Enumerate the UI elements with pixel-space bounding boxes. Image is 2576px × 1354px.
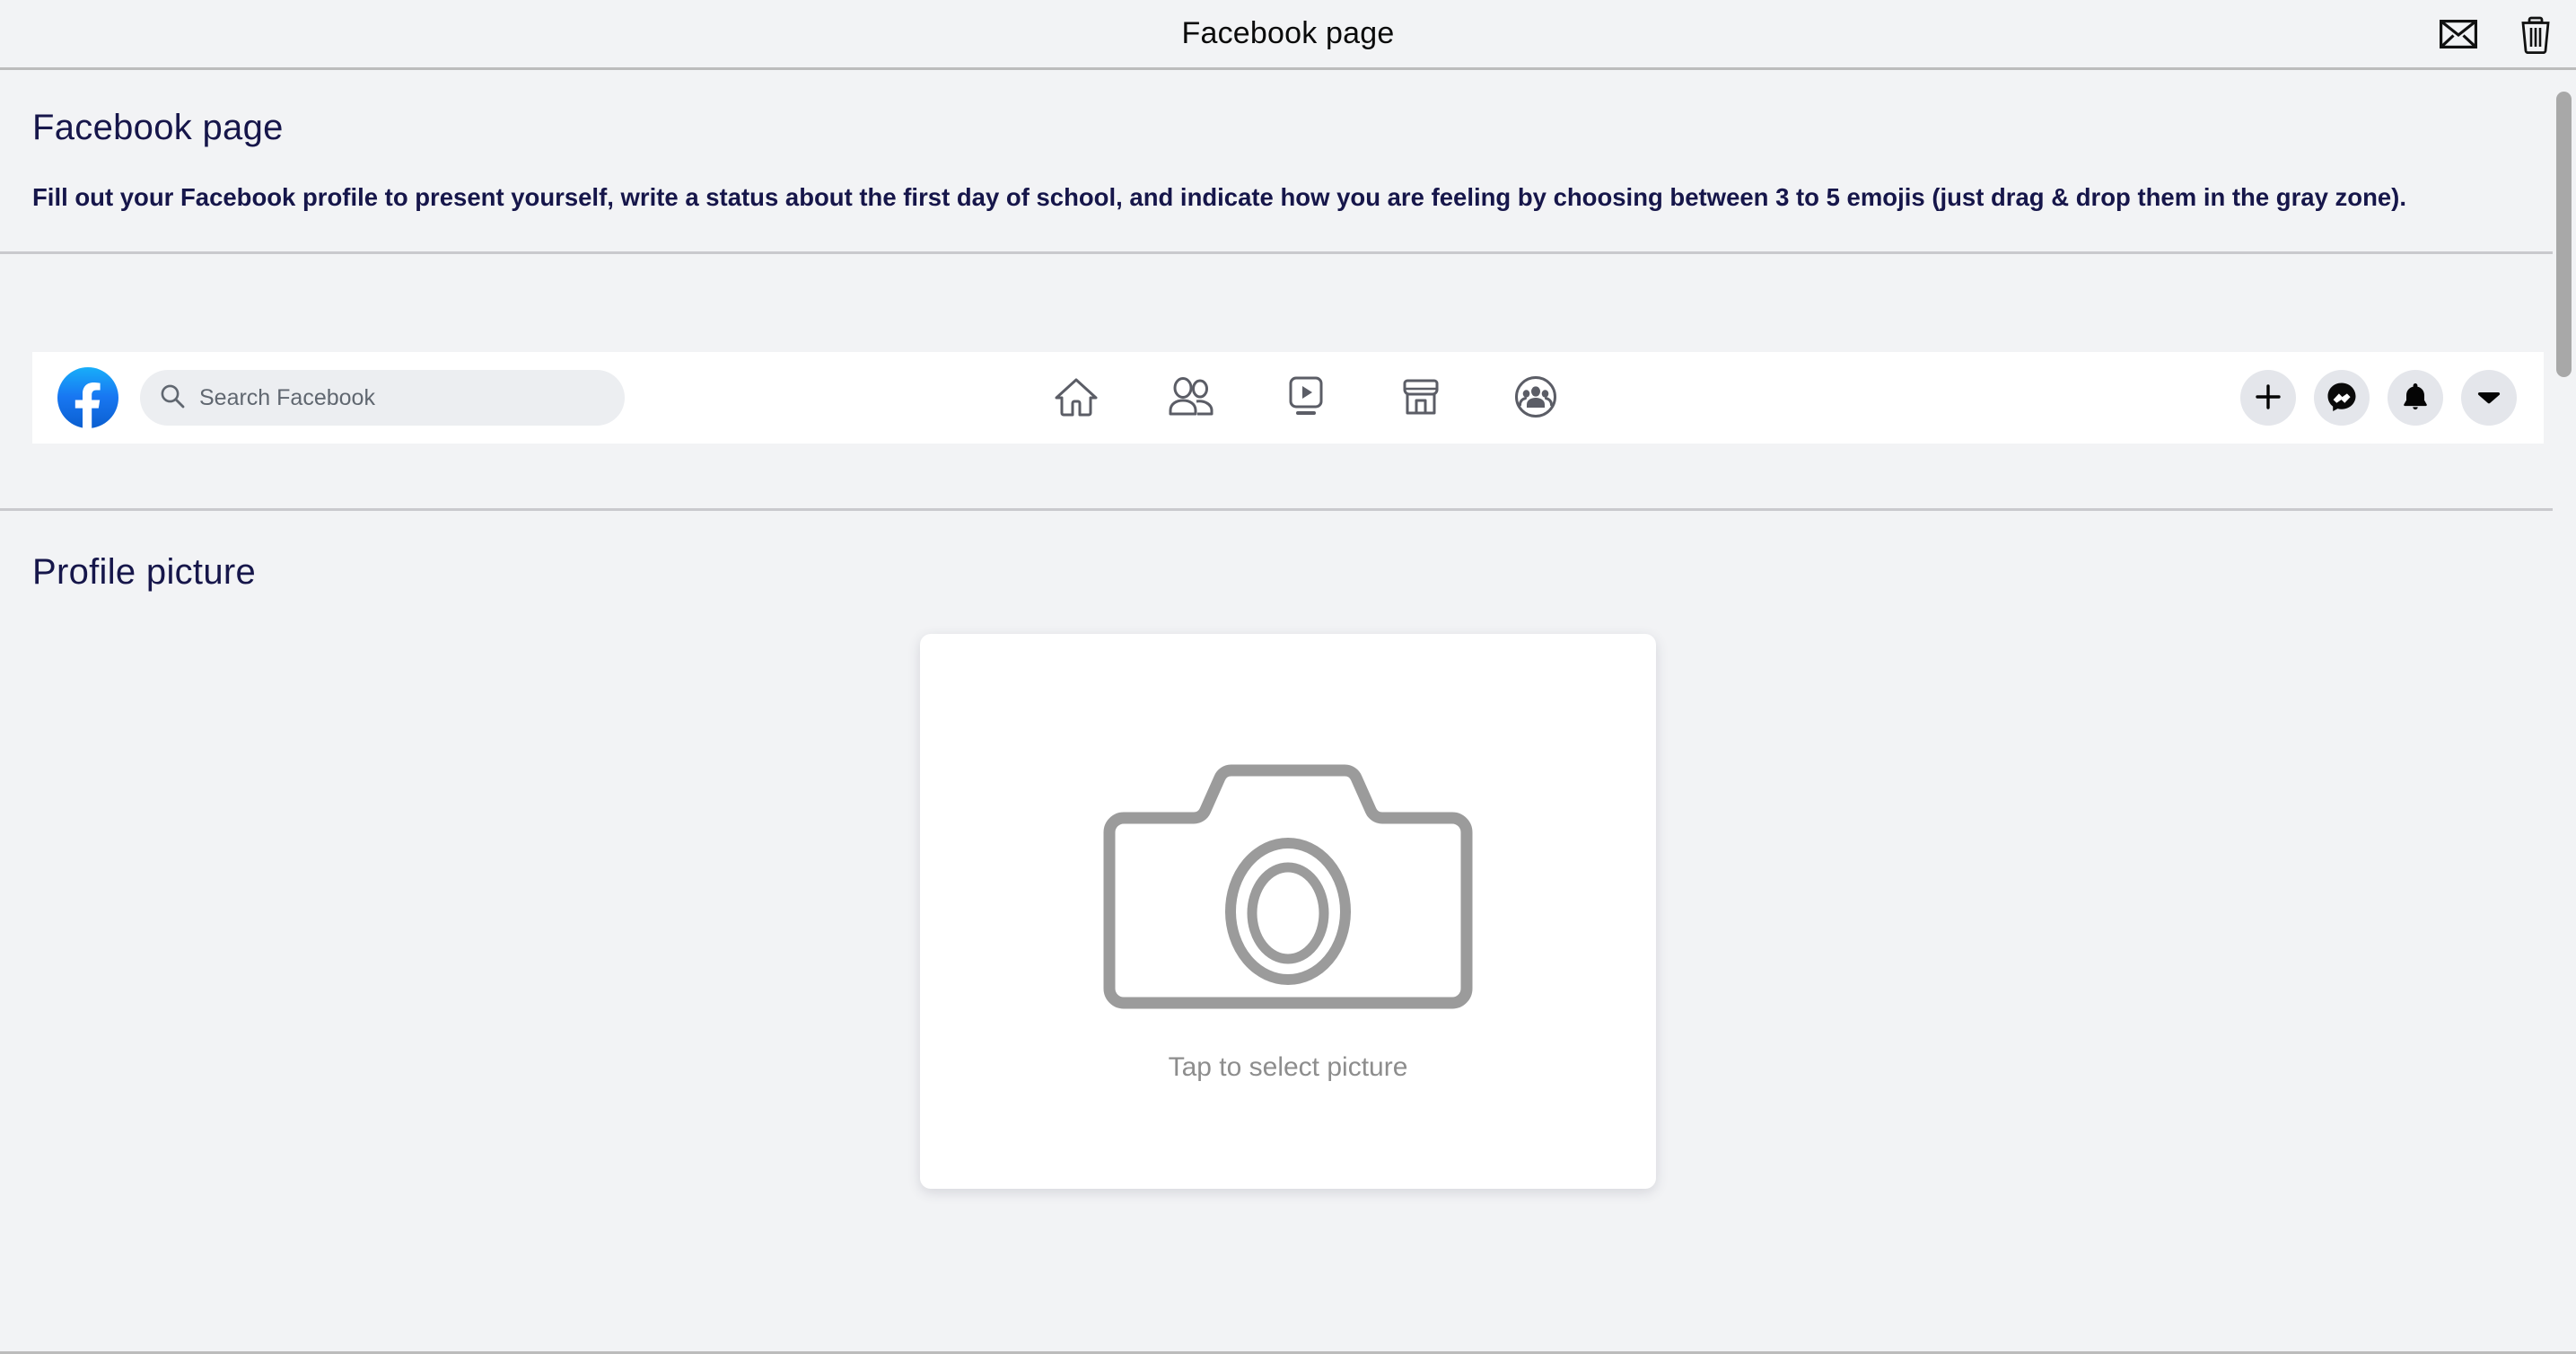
vertical-scrollbar-thumb[interactable]	[2556, 92, 2572, 377]
nav-tab-home[interactable]	[1019, 365, 1134, 431]
facebook-logo-icon[interactable]	[57, 367, 118, 428]
mail-button[interactable]	[2438, 14, 2479, 56]
home-icon	[1053, 375, 1100, 421]
profile-picture-picker[interactable]: Tap to select picture	[920, 634, 1656, 1189]
profile-picture-picker-wrap: Tap to select picture	[32, 634, 2544, 1189]
plus-icon	[2255, 383, 2282, 413]
window-actions	[2438, 0, 2556, 70]
groups-icon	[1513, 374, 1558, 422]
search-icon	[160, 383, 185, 413]
facebook-navbar: Search Facebook	[32, 352, 2544, 444]
camera-icon	[1091, 741, 1485, 1025]
chevron-down-icon	[2476, 388, 2502, 409]
mail-icon	[2440, 19, 2477, 51]
bell-icon	[2401, 382, 2430, 415]
page-scroll-area: Facebook page Fill out your Facebook pro…	[0, 70, 2576, 1354]
section-title-profile-picture: Profile picture	[32, 552, 257, 592]
nav-tab-watch[interactable]	[1249, 365, 1363, 431]
facebook-nav-actions	[2240, 370, 2517, 426]
watch-video-icon	[1284, 374, 1327, 422]
nav-tab-groups[interactable]	[1478, 365, 1593, 431]
window-title: Facebook page	[1181, 16, 1395, 50]
profile-picture-section: Profile picture Tap to select picture	[0, 511, 2576, 1189]
search-placeholder: Search Facebook	[199, 384, 375, 410]
nav-tab-marketplace[interactable]	[1363, 365, 1478, 431]
messenger-icon	[2326, 382, 2357, 415]
trash-icon	[2519, 14, 2552, 57]
profile-picture-picker-caption: Tap to select picture	[1168, 1051, 1408, 1082]
search-input[interactable]: Search Facebook	[140, 370, 625, 426]
trash-button[interactable]	[2515, 14, 2556, 56]
window-titlebar: Facebook page	[0, 0, 2576, 70]
page-description: Fill out your Facebook profile to presen…	[32, 183, 2406, 211]
messenger-button[interactable]	[2314, 370, 2370, 426]
friends-icon	[1167, 376, 1215, 420]
create-button[interactable]	[2240, 370, 2296, 426]
vertical-scrollbar-track[interactable]	[2553, 70, 2576, 1354]
account-menu-button[interactable]	[2461, 370, 2517, 426]
page-title: Facebook page	[32, 108, 284, 147]
marketplace-icon	[1398, 375, 1444, 421]
intro-section: Facebook page Fill out your Facebook pro…	[0, 70, 2576, 254]
notifications-button[interactable]	[2388, 370, 2443, 426]
facebook-navbar-section: Search Facebook	[0, 254, 2576, 511]
nav-tab-friends[interactable]	[1134, 365, 1249, 431]
